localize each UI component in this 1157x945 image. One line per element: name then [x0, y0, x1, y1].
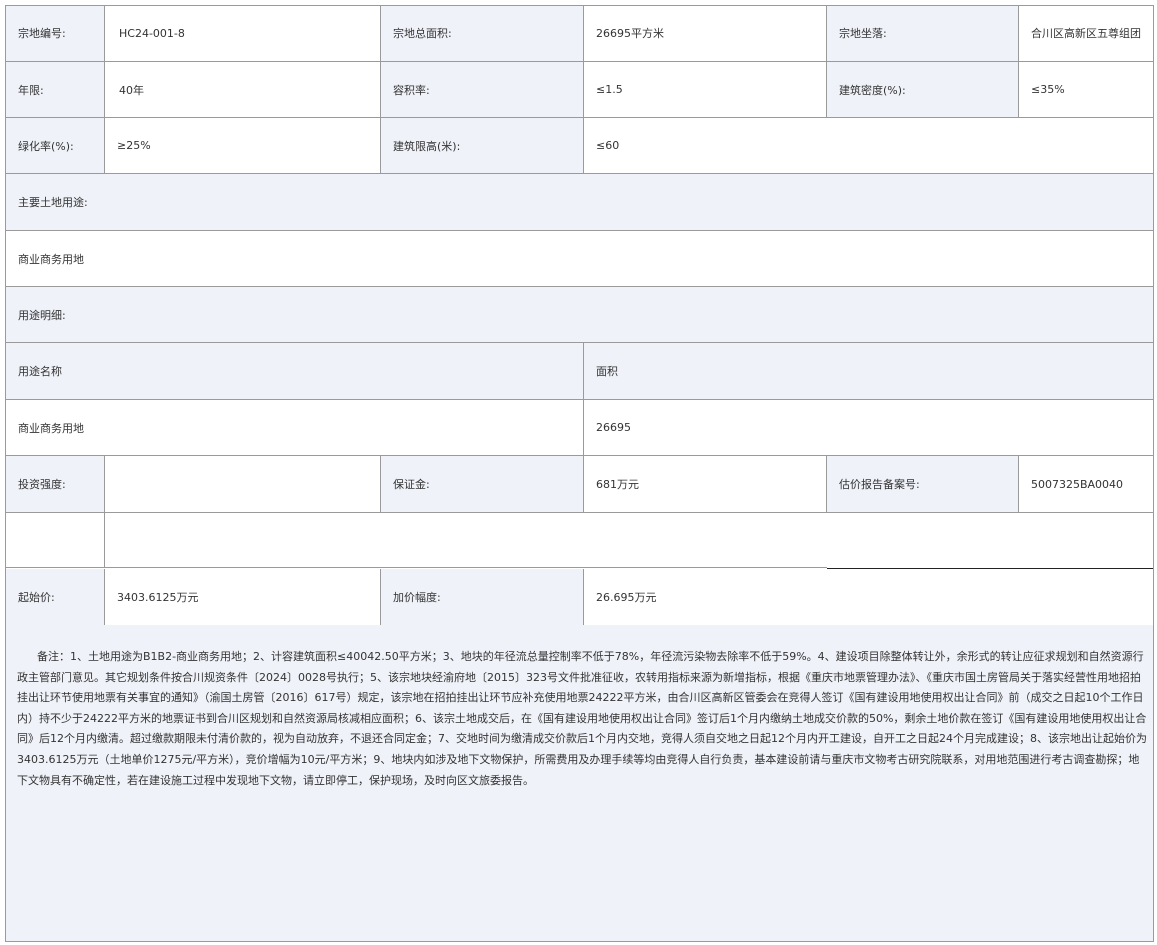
start-price-value: 3403.6125万元	[104, 569, 380, 625]
building-density-value: ≤35%	[1018, 62, 1154, 117]
height-limit-label: 建筑限高(米):	[380, 118, 583, 173]
plot-ratio-value: ≤1.5	[583, 62, 826, 117]
row-use-detail-columns: 用途名称 面积	[5, 343, 1154, 400]
green-rate-label: 绿化率(%):	[5, 118, 104, 173]
start-price-label: 起始价:	[5, 569, 104, 625]
height-limit-value: ≤60	[583, 118, 1154, 173]
location-label: 宗地坐落:	[826, 5, 1018, 61]
main-land-use-value: 商业商务用地	[5, 231, 1154, 286]
bid-increment-label: 加价幅度:	[380, 569, 583, 625]
building-density-label: 建筑密度(%):	[826, 62, 1018, 117]
row-parcel-info: 宗地编号: HC24-001-8 宗地总面积: 26695平方米 宗地坐落: 合…	[5, 5, 1154, 62]
total-area-label: 宗地总面积:	[380, 5, 583, 61]
investment-intensity-label: 投资强度:	[5, 456, 104, 512]
row-main-use-header: 主要土地用途:	[5, 174, 1154, 231]
green-rate-value: ≥25%	[104, 118, 380, 173]
plot-ratio-label: 容积率:	[380, 62, 583, 117]
term-label: 年限:	[5, 62, 104, 117]
bid-increment-value: 26.695万元	[583, 569, 1154, 625]
appraisal-record-value: 5007325BA0040	[1018, 456, 1154, 512]
row-use-detail-header: 用途明细:	[5, 287, 1154, 343]
location-value: 合川区高新区五尊组团	[1018, 5, 1154, 61]
blank-cell-left	[5, 513, 104, 568]
row-blank	[5, 513, 1154, 569]
investment-intensity-value	[104, 456, 380, 512]
deposit-label: 保证金:	[380, 456, 583, 512]
remarks-text: 备注：1、土地用途为B1B2-商业商务用地；2、计容建筑面积≤40042.50平…	[5, 625, 1154, 942]
use-name-column-header: 用途名称	[5, 343, 583, 399]
use-name-cell: 商业商务用地	[5, 400, 583, 455]
parcel-number-label: 宗地编号:	[5, 5, 104, 61]
row-start-price: 起始价: 3403.6125万元 加价幅度: 26.695万元	[5, 569, 1154, 626]
deposit-value: 681万元	[583, 456, 826, 512]
area-column-header: 面积	[583, 343, 1154, 399]
row-investment: 投资强度: 保证金: 681万元 估价报告备案号: 5007325BA0040	[5, 456, 1154, 513]
total-area-value: 26695平方米	[583, 5, 826, 61]
appraisal-record-label: 估价报告备案号:	[826, 456, 1018, 512]
blank-cell-right	[104, 513, 1154, 568]
main-land-use-label: 主要土地用途:	[5, 174, 1154, 230]
partial-divider	[104, 567, 827, 568]
use-detail-label: 用途明细:	[5, 287, 1154, 342]
term-value: 40年	[104, 62, 380, 117]
area-cell: 26695	[583, 400, 1154, 455]
land-parcel-table: 宗地编号: HC24-001-8 宗地总面积: 26695平方米 宗地坐落: 合…	[5, 5, 1154, 942]
row-term-info: 年限: 40年 容积率: ≤1.5 建筑密度(%): ≤35%	[5, 62, 1154, 118]
row-main-use-value: 商业商务用地	[5, 231, 1154, 287]
row-use-detail-entry: 商业商务用地 26695	[5, 400, 1154, 456]
row-green-height: 绿化率(%): ≥25% 建筑限高(米): ≤60	[5, 118, 1154, 174]
parcel-number-value: HC24-001-8	[104, 5, 380, 61]
